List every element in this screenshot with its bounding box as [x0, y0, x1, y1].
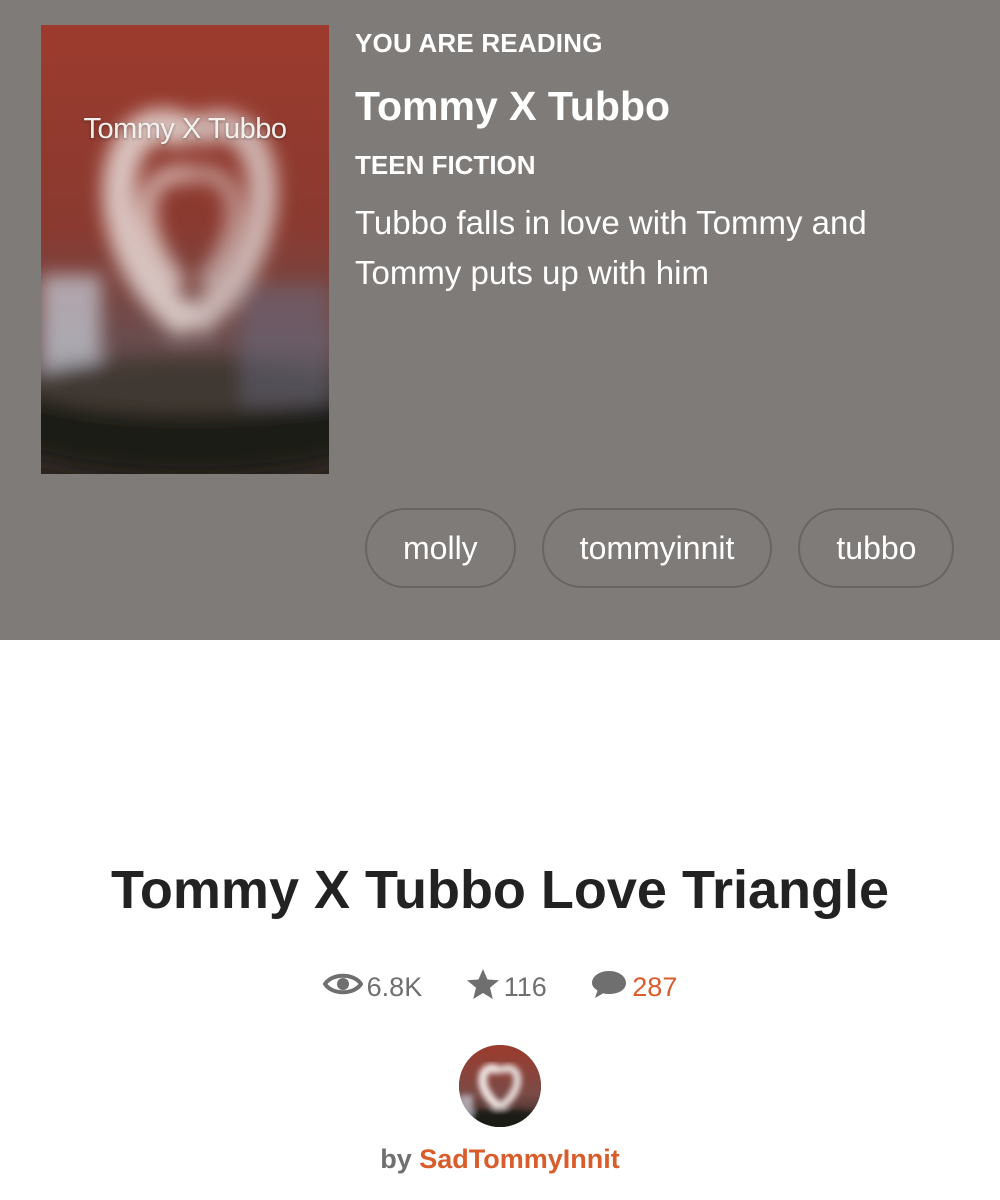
author-name-link[interactable]: SadTommyInnit — [419, 1144, 620, 1174]
tag-list: molly tommyinnit tubbo — [365, 508, 985, 590]
star-icon — [466, 968, 499, 999]
tag-molly[interactable]: molly — [365, 508, 516, 588]
avatar-image — [459, 1045, 541, 1127]
tag-tubbo[interactable]: tubbo — [798, 508, 955, 588]
story-title[interactable]: Tommy X Tubbo — [355, 80, 975, 132]
story-description: Tubbo falls in love with Tommy and Tommy… — [355, 204, 867, 291]
byline-prefix: by — [380, 1144, 412, 1174]
part-title: Tommy X Tubbo Love Triangle — [110, 860, 890, 920]
votes-count: 116 — [503, 971, 547, 1002]
cover-title-text: Tommy X Tubbo — [83, 113, 287, 145]
votes-stat: 116 — [466, 963, 547, 1009]
story-cover-image[interactable]: Tommy X Tubbo — [41, 25, 329, 474]
cover-artwork — [41, 25, 329, 474]
author-byline: by SadTommyInnit — [0, 1141, 1000, 1177]
story-category[interactable]: TEEN FICTION — [355, 148, 975, 182]
comments-count[interactable]: 287 — [632, 972, 677, 1002]
story-info: YOU ARE READING Tommy X Tubbo TEEN FICTI… — [355, 26, 975, 298]
eye-icon — [322, 973, 364, 995]
tag-tommyinnit[interactable]: tommyinnit — [541, 508, 773, 588]
author-avatar[interactable] — [459, 1045, 541, 1127]
reads-count: 6.8K — [366, 971, 423, 1002]
comment-bubble-icon — [592, 970, 627, 998]
reads-stat: 6.8K — [322, 963, 423, 1009]
story-header: Tommy X Tubbo YOU ARE READING Tommy X Tu… — [0, 0, 1000, 640]
comments-stat[interactable]: 287 — [590, 963, 677, 1009]
part-stats: 6.8K 116 287 — [0, 962, 1000, 1009]
you-are-reading-label: YOU ARE READING — [355, 28, 603, 58]
